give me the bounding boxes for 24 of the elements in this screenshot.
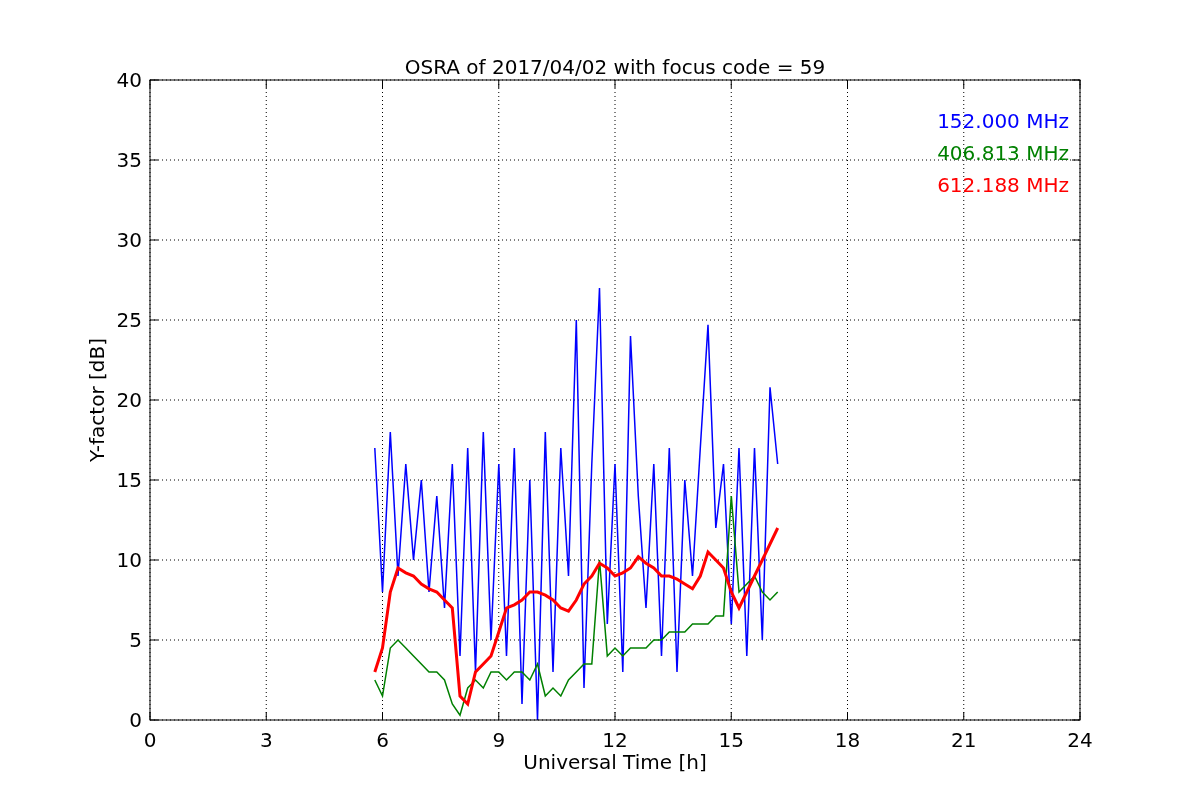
tick-label: 21 [951, 728, 977, 752]
tick-label: 9 [492, 728, 506, 752]
tick-label: 35 [116, 148, 142, 172]
tick-label: 0 [143, 728, 157, 752]
tick-label: 10 [116, 548, 142, 572]
tick-label: 40 [116, 68, 142, 92]
y-axis-label: Y-factor [dB] [85, 338, 109, 462]
tick-label: 18 [834, 728, 861, 752]
tick-label: 12 [602, 728, 628, 752]
tick-label: 25 [116, 308, 142, 332]
legend-label: 612.188 MHz [937, 173, 1069, 197]
legend-label: 152.000 MHz [937, 109, 1069, 133]
tick-label: 3 [259, 728, 273, 752]
tick-label: 0 [129, 708, 142, 732]
tick-label: 15 [718, 728, 744, 752]
legend-label: 406.813 MHz [937, 141, 1069, 165]
tick-label: 15 [116, 468, 142, 492]
tick-label: 6 [376, 728, 389, 752]
tick-label: 30 [116, 228, 142, 252]
tick-label: 5 [129, 628, 142, 652]
tick-label: 24 [1067, 728, 1093, 752]
tick-label: 20 [116, 388, 142, 412]
x-axis-label: Universal Time [h] [523, 750, 707, 774]
chart-title: OSRA of 2017/04/02 with focus code = 59 [404, 55, 826, 79]
